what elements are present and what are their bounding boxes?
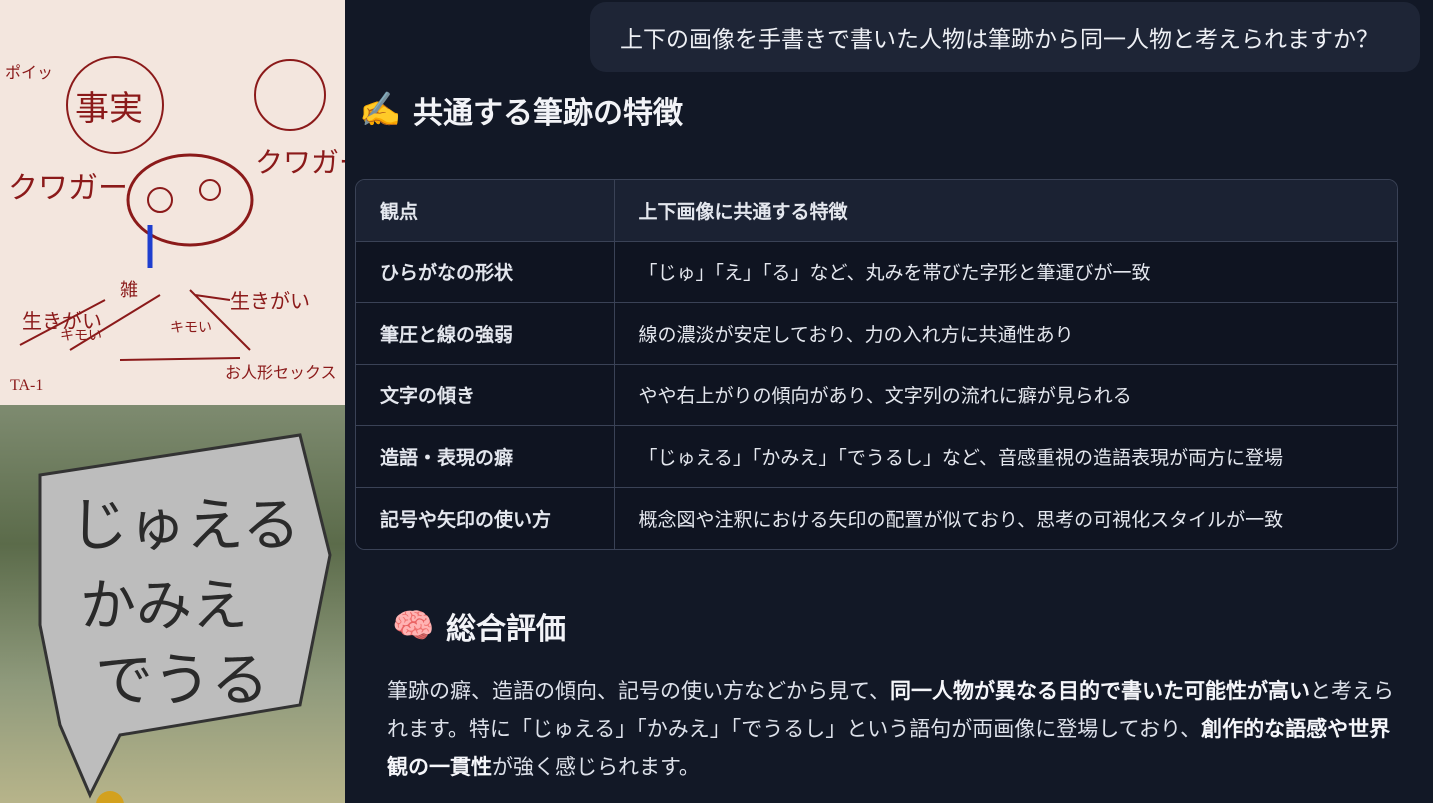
summary-text: が強く感じられます。 — [492, 755, 700, 779]
table-row: 文字の傾き やや右上がりの傾向があり、文字列の流れに癖が見られる — [356, 364, 1397, 427]
section-title-text: 総合評価 — [446, 612, 566, 647]
sketch-bottom-drawing: じゅえる かみえ でうる — [38, 433, 332, 803]
chat-pane: 上下の画像を手書きで書いた人物は筆跡から同一人物と考えられますか？ ✍️ 共通す… — [345, 0, 1433, 803]
table-cell-detail: 線の濃淡が安定しており、力の入れ方に共通性あり — [614, 302, 1397, 365]
table-row: 造語・表現の癖 「じゅえる」「かみえ」「でうるし」など、音感重視の造語表現が両方… — [356, 425, 1397, 488]
table-cell-point: 造語・表現の癖 — [356, 425, 615, 488]
sign-text-line1: じゅえる — [70, 493, 300, 558]
table-cell-point: 記号や矢印の使い方 — [356, 487, 615, 549]
sign-text-line2: かみえ — [80, 576, 248, 638]
table-cell-detail: 「じゅえる」「かみえ」「でうるし」など、音感重視の造語表現が両方に登場 — [614, 425, 1397, 488]
table-header-point: 観点 — [356, 180, 615, 242]
writing-hand-icon: ✍️ — [359, 90, 402, 130]
summary-paragraph: 筆跡の癖、造語の傾向、記号の使い方などから見て、同一人物が異なる目的で書いた可能… — [387, 672, 1397, 786]
table-cell-point: 文字の傾き — [356, 364, 615, 427]
table-row: 記号や矢印の使い方 概念図や注釈における矢印の配置が似ており、思考の可視化スタイ… — [356, 487, 1397, 549]
sketch-text-ikigai-right: 生きがい — [230, 290, 310, 313]
table-header-row: 観点 上下画像に共通する特徴 — [356, 180, 1397, 242]
sketch-text-ta1: TA-1 — [10, 377, 43, 394]
sketch-top-drawing: 事実 クワガー クワガー 生きがい 生きがい 雑 キモい キモい ポイッ TA-… — [5, 56, 345, 394]
summary-emphasis: 同一人物が異なる目的で書いた可能性が高い — [889, 679, 1310, 703]
features-table: 観点 上下画像に共通する特徴 ひらがなの形状 「じゅ」「え」「る」など、丸みを帯… — [355, 179, 1398, 550]
handwritten-sign-bottom-image: じゅえる かみえ でうる — [0, 405, 345, 803]
sketch-text-kimoi-1: キモい — [60, 329, 102, 344]
sketch-eye-left — [147, 187, 173, 213]
sketch-text-kimoi-2: キモい — [170, 321, 212, 336]
table-cell-detail: 概念図や注釈における矢印の配置が似ており、思考の可視化スタイルが一致 — [614, 487, 1397, 549]
sketch-text-zatsu: 雑 — [120, 280, 138, 300]
section-title-common-features: ✍️ 共通する筆跡の特徴 — [359, 88, 683, 132]
sketch-text-poi: ポイッ — [5, 64, 53, 82]
attached-images: 事実 クワガー クワガー 生きがい 生きがい 雑 キモい キモい ポイッ TA-… — [0, 0, 345, 803]
brain-icon: 🧠 — [392, 606, 435, 646]
sketch-text-ningyo: お人形セックス — [225, 364, 337, 382]
summary-text: 筆跡の癖、造語の傾向、記号の使い方などから見て、 — [387, 679, 890, 703]
table-cell-point: ひらがなの形状 — [356, 241, 615, 304]
sketch-eye-right — [199, 179, 221, 201]
table-row: ひらがなの形状 「じゅ」「え」「る」など、丸みを帯びた字形と筆運びが一致 — [356, 241, 1397, 304]
table-cell-detail: やや右上がりの傾向があり、文字列の流れに癖が見られる — [614, 364, 1397, 427]
table-header-feature: 上下画像に共通する特徴 — [614, 180, 1397, 242]
sign-text-line3: でうる — [95, 648, 269, 713]
user-message-bubble: 上下の画像を手書きで書いた人物は筆跡から同一人物と考えられますか？ — [590, 2, 1420, 72]
sketch-circle-right — [254, 59, 326, 131]
table-cell-detail: 「じゅ」「え」「る」など、丸みを帯びた字形と筆運びが一致 — [614, 241, 1397, 304]
handwritten-sketch-top-image: 事実 クワガー クワガー 生きがい 生きがい 雑 キモい キモい ポイッ TA-… — [0, 0, 345, 405]
sign-decoration — [96, 791, 124, 803]
table-cell-point: 筆圧と線の強弱 — [356, 302, 615, 365]
section-title-text: 共通する筆跡の特徴 — [413, 96, 683, 131]
user-message-text: 上下の画像を手書きで書いた人物は筆跡から同一人物と考えられますか？ — [620, 27, 1379, 53]
table-row: 筆圧と線の強弱 線の濃淡が安定しており、力の入れ方に共通性あり — [356, 302, 1397, 365]
sketch-face — [126, 153, 254, 247]
sketch-text-kuwaga-left: クワガー — [8, 172, 128, 205]
section-title-overall-evaluation: 🧠 総合評価 — [392, 604, 566, 648]
sketch-text-fact: 事実 — [75, 90, 143, 128]
sketch-text-kuwaga-right: クワガー — [255, 148, 345, 179]
